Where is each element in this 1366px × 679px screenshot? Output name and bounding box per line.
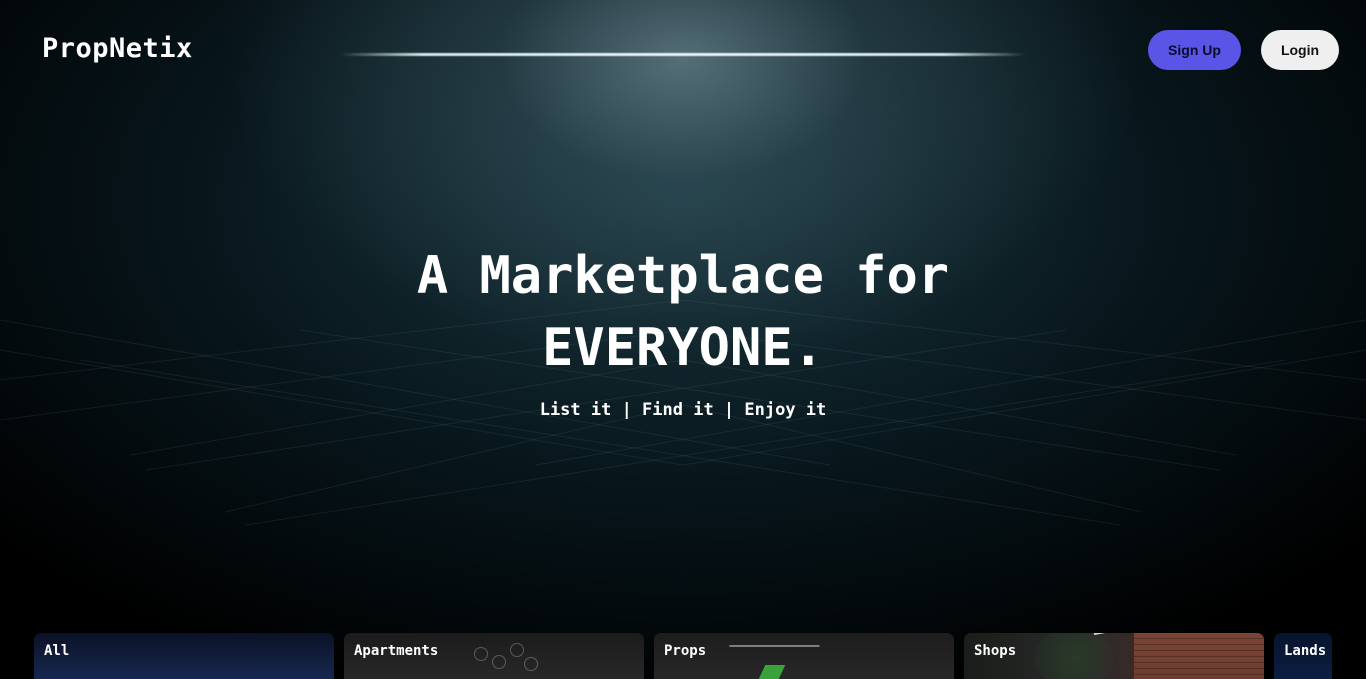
hero-subtitle: List it | Find it | Enjoy it [539,400,827,420]
login-button[interactable]: Login [1261,30,1339,70]
hero-title-line-2: EVERYONE. [542,318,824,378]
brick-building-image [1134,633,1264,679]
ceiling-light-strip [340,53,1026,56]
hero-title-line-1: A Marketplace for [416,246,950,306]
category-label: All [44,643,70,659]
category-card-shops[interactable]: Shops [964,633,1264,679]
signup-button[interactable]: Sign Up [1148,30,1241,70]
category-label: Shops [974,643,1017,659]
hero-title: A Marketplace for EVERYONE. [283,240,1083,384]
brand-logo[interactable]: PropNetix [42,33,193,64]
category-card-all[interactable]: All [34,633,334,679]
category-card-apartments[interactable]: Apartments [344,633,644,679]
category-label: Lands [1284,643,1327,659]
tree-image [1034,633,1114,679]
category-cards-row: All Apartments Props Shops Lands [34,633,1332,679]
category-card-props[interactable]: Props [654,633,954,679]
hero-section: PropNetix Sign Up Login A Marketplace fo… [0,0,1366,679]
category-label: Props [664,643,707,659]
category-card-lands[interactable]: Lands [1274,633,1332,679]
category-label: Apartments [354,643,439,659]
